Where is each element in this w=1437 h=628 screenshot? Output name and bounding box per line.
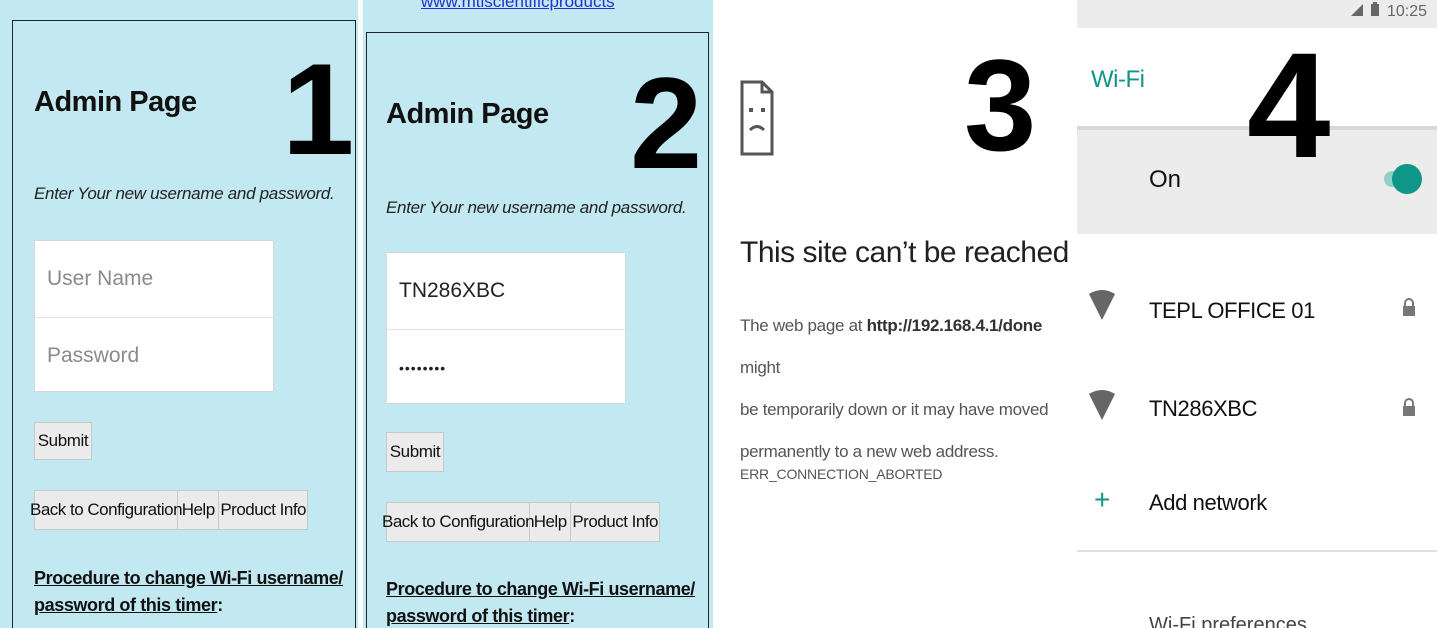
product-info-button[interactable]: Product Info [219, 491, 307, 529]
step-number-1: 1 [282, 36, 355, 182]
procedure-link-line1[interactable]: Procedure to change Wi-Fi username/ [386, 576, 706, 603]
error-url: http://192.168.4.1/done [866, 316, 1043, 335]
network-name: TEPL OFFICE 01 [1149, 298, 1315, 323]
password-input[interactable]: Password [35, 318, 273, 393]
password-placeholder: Password [47, 343, 140, 367]
submit-button[interactable]: Submit [34, 422, 92, 460]
network-item[interactable]: TN286XBC [1077, 372, 1437, 442]
panel-2-admin-page: www.mtiscientificproducts Admin Page 2 E… [363, 0, 713, 628]
add-network-label: Add network [1149, 490, 1267, 515]
procedure-heading: Procedure to change Wi-Fi username/ pass… [386, 576, 706, 628]
username-placeholder: User Name [47, 267, 154, 290]
procedure-heading: Procedure to change Wi-Fi username/ pass… [34, 565, 354, 619]
password-input[interactable]: •••••••• [387, 330, 625, 405]
sad-page-icon [740, 80, 774, 156]
wifi-signal-icon [1089, 390, 1115, 425]
username-input[interactable]: TN286XBC [387, 253, 625, 329]
back-to-configuration-button[interactable]: Back to Configuration [382, 503, 535, 541]
wifi-title: Wi-Fi [1091, 66, 1145, 93]
add-network-item[interactable]: + Add network [1077, 472, 1437, 536]
credentials-form: User Name Password [34, 240, 274, 392]
lock-icon [1403, 298, 1415, 321]
battery-icon [1370, 2, 1379, 21]
error-title: This site can’t be reached [740, 236, 1069, 269]
page-subtitle: Enter Your new username and password. [34, 184, 335, 203]
username-input[interactable]: User Name [35, 241, 273, 317]
page-title: Admin Page [386, 98, 549, 130]
username-value: TN286XBC [399, 279, 506, 302]
error-text-line2: be temporarily down or it may have moved [740, 400, 1049, 419]
plus-icon: + [1094, 484, 1111, 515]
credentials-form: TN286XBC •••••••• [386, 252, 626, 404]
top-url-link[interactable]: www.mtiscientificproducts [421, 0, 615, 12]
wifi-toggle-label: On [1149, 166, 1182, 193]
procedure-colon: : [217, 595, 223, 615]
toggle-thumb [1392, 164, 1422, 194]
procedure-link-line2[interactable]: password of this timer [34, 595, 218, 615]
wifi-preferences-item[interactable]: Wi-Fi preferences [1149, 614, 1307, 628]
help-button[interactable]: Help [178, 491, 220, 529]
panel-1-admin-page: Admin Page 1 Enter Your new username and… [0, 0, 358, 628]
lock-icon [1403, 398, 1415, 421]
nav-button-group: Back to Configuration Help Product Info [30, 490, 308, 530]
step-number-2: 2 [630, 50, 703, 196]
error-code: ERR_CONNECTION_ABORTED [740, 466, 943, 482]
panel-3-error-page: 3 This site can’t be reached The web pag… [716, 0, 1074, 628]
error-text-suffix: might [740, 358, 781, 377]
status-bar-icons: 10:25 [1350, 2, 1427, 21]
step-number-3: 3 [964, 32, 1037, 178]
back-to-configuration-button[interactable]: Back to Configuration [30, 491, 183, 529]
error-description: The web page at http://192.168.4.1/done … [740, 305, 1070, 473]
clock-time: 10:25 [1386, 2, 1427, 20]
nav-button-group: Back to Configuration Help Product Info [382, 502, 660, 542]
procedure-link-line2[interactable]: password of this timer [386, 606, 570, 626]
panel-4-wifi-settings: 10:25 Wi-Fi On 4 TEPL OFFICE 01 TN286XBC [1077, 0, 1437, 628]
network-name: TN286XBC [1149, 396, 1258, 421]
error-text-prefix: The web page at [740, 316, 867, 335]
page-subtitle: Enter Your new username and password. [386, 198, 687, 217]
network-item[interactable]: TEPL OFFICE 01 [1077, 274, 1437, 344]
password-value: •••••••• [399, 359, 447, 376]
wifi-toggle-switch[interactable] [1384, 164, 1422, 194]
page-title: Admin Page [34, 86, 197, 118]
product-info-button[interactable]: Product Info [571, 503, 659, 541]
help-button[interactable]: Help [530, 503, 572, 541]
step-number-4: 4 [1247, 21, 1331, 189]
submit-button[interactable]: Submit [386, 432, 444, 472]
wifi-signal-icon [1089, 290, 1115, 325]
procedure-link-line1[interactable]: Procedure to change Wi-Fi username/ [34, 565, 354, 592]
list-divider [1077, 550, 1437, 552]
procedure-colon: : [569, 606, 575, 626]
signal-icon [1350, 3, 1363, 21]
